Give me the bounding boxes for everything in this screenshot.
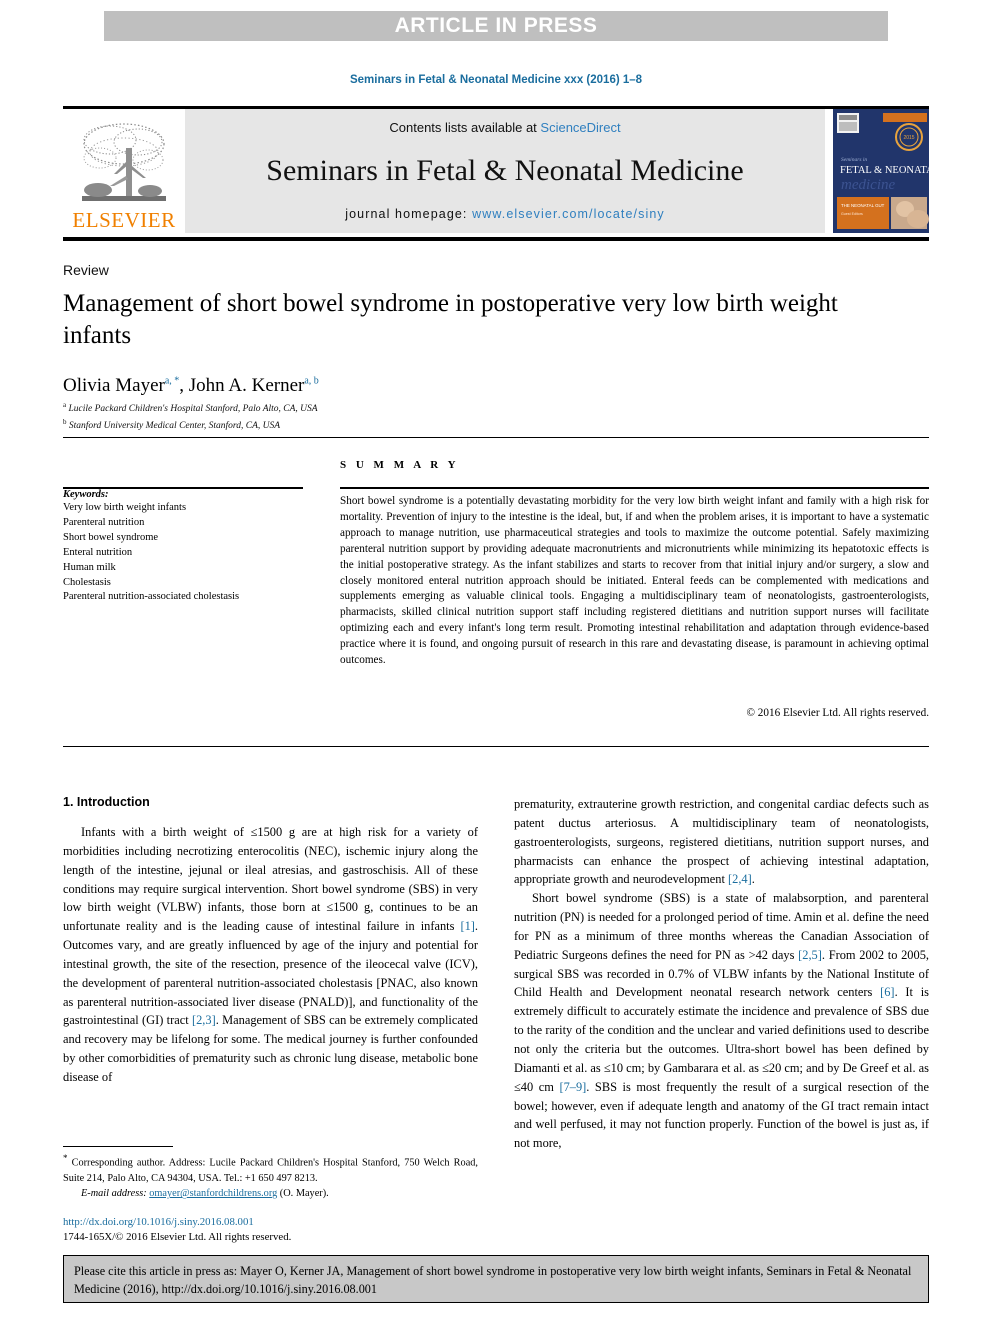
affiliation-list: a Lucile Packard Children's Hospital Sta… <box>63 400 663 434</box>
email-address-label: E-mail address: <box>81 1188 150 1200</box>
affiliation-a-text: Lucile Packard Children's Hospital Stanf… <box>68 404 318 415</box>
author-2-affiliation-marker[interactable]: a, b <box>304 376 318 387</box>
paragraph-intro-right-2: Short bowel syndrome (SBS) is a state of… <box>514 889 929 1153</box>
masthead-center: Contents lists available at ScienceDirec… <box>185 109 825 233</box>
summary-rule <box>340 487 929 489</box>
keywords-block: Keywords: Very low birth weight infants … <box>63 489 303 605</box>
author-1-affiliation-marker[interactable]: a, * <box>165 376 179 387</box>
section-heading-introduction: 1. Introduction <box>63 795 150 809</box>
citation-ref[interactable]: [2,3] <box>192 1013 216 1027</box>
journal-homepage-link[interactable]: www.elsevier.com/locate/siny <box>472 207 665 221</box>
author-name-1: Olivia Mayer <box>63 375 165 396</box>
author-name-2: John A. Kerner <box>188 375 305 396</box>
journal-masthead: ELSEVIER Contents lists available at Sci… <box>63 106 929 241</box>
summary-heading: S U M M A R Y <box>340 459 460 471</box>
citation-ref[interactable]: [2,5] <box>798 948 822 962</box>
citation-ref[interactable]: [2,4] <box>728 872 752 886</box>
affiliation-b: b Stanford University Medical Center, St… <box>63 417 663 434</box>
issn-copyright-line: 1744-165X/© 2016 Elsevier Ltd. All right… <box>63 1231 292 1244</box>
paragraph-text: . Outcomes vary, and are greatly influen… <box>63 919 478 1028</box>
svg-text:THE NEONATAL GUT: THE NEONATAL GUT <box>841 203 885 208</box>
journal-title: Seminars in Fetal & Neonatal Medicine <box>266 154 744 187</box>
keyword-item: Enteral nutrition <box>63 546 133 558</box>
elsevier-logo: ELSEVIER <box>63 109 185 233</box>
email-link[interactable]: omayer@stanfordchildrens.org <box>149 1188 277 1199</box>
journal-running-head: Seminars in Fetal & Neonatal Medicine xx… <box>349 74 643 86</box>
article-type-label: Review <box>63 262 109 278</box>
elsevier-tree-icon <box>76 118 172 208</box>
keyword-item: Very low birth weight infants <box>63 502 187 513</box>
elsevier-wordmark: ELSEVIER <box>72 208 176 232</box>
paragraph-intro-right-1: prematurity, extrauterine growth restric… <box>514 795 929 889</box>
corresponding-author-footnote: * Corresponding author. Address: Lucile … <box>63 1152 478 1202</box>
author-list: Olivia Mayera, *, John A. Kernera, b <box>63 375 853 397</box>
keywords-heading: Keywords: <box>63 489 109 500</box>
affiliation-a: a Lucile Packard Children's Hospital Sta… <box>63 400 663 417</box>
sciencedirect-link[interactable]: ScienceDirect <box>540 120 620 135</box>
body-column-right: prematurity, extrauterine growth restric… <box>514 795 929 1153</box>
affiliation-a-marker: a <box>63 401 67 409</box>
article-in-press-banner: ARTICLE IN PRESS <box>104 11 888 41</box>
keyword-item: Parenteral nutrition <box>63 516 145 528</box>
contents-lists-line: Contents lists available at ScienceDirec… <box>389 120 620 135</box>
keyword-item: Cholestasis <box>63 576 111 588</box>
citation-ref[interactable]: [6] <box>880 985 894 999</box>
footnote-divider <box>63 1146 173 1147</box>
paragraph-text: . It is extremely difficult to accuratel… <box>514 985 929 1094</box>
paragraph-text: Infants with a birth weight of ≤1500 g a… <box>63 825 478 934</box>
citation-ref[interactable]: [1] <box>460 919 474 933</box>
keyword-item: Parenteral nutrition-associated cholesta… <box>63 591 240 603</box>
keyword-item: Human milk <box>63 561 116 573</box>
svg-text:Guest Editors: Guest Editors <box>841 212 863 216</box>
svg-text:medicine: medicine <box>841 177 895 193</box>
svg-text:Seminars in: Seminars in <box>841 157 867 163</box>
journal-homepage-line: journal homepage: www.elsevier.com/locat… <box>345 207 665 221</box>
svg-text:FETAL & NEONATAL: FETAL & NEONATAL <box>840 165 929 176</box>
divider-below-abstract <box>63 746 929 747</box>
paragraph-text: . <box>751 872 755 887</box>
keyword-item: Short bowel syndrome <box>63 531 159 543</box>
contents-lists-prefix: Contents lists available at <box>389 120 541 135</box>
footnote-email-line: E-mail address: omayer@stanfordchildrens… <box>63 1186 478 1201</box>
doi-block: http://dx.doi.org/10.1016/j.siny.2016.08… <box>63 1215 493 1246</box>
article-in-press-label: ARTICLE IN PRESS <box>394 14 598 37</box>
author-separator: , <box>179 375 189 396</box>
doi-link[interactable]: http://dx.doi.org/10.1016/j.siny.2016.08… <box>63 1215 493 1230</box>
citation-ref[interactable]: [7–9] <box>559 1080 586 1094</box>
cite-this-article-text: Please cite this article in press as: Ma… <box>74 1264 912 1296</box>
abstract-text: Short bowel syndrome is a potentially de… <box>340 495 929 667</box>
paragraph-intro-left: Infants with a birth weight of ≤1500 g a… <box>63 823 478 1087</box>
journal-cover-thumbnail: 2015 Seminars in FETAL & NEONATAL medici… <box>833 109 929 233</box>
article-page: ARTICLE IN PRESS Seminars in Fetal & Neo… <box>0 0 992 1323</box>
affiliation-b-text: Stanford University Medical Center, Stan… <box>68 421 281 432</box>
cite-this-article-box: Please cite this article in press as: Ma… <box>63 1255 929 1303</box>
footnote-address-text: Corresponding author. Address: Lucile Pa… <box>63 1157 478 1184</box>
journal-homepage-prefix: journal homepage: <box>345 207 473 221</box>
body-column-left: 1. Introduction Infants with a birth wei… <box>63 795 478 1087</box>
divider-above-abstract <box>63 437 929 438</box>
copyright-line: © 2016 Elsevier Ltd. All rights reserved… <box>746 707 930 719</box>
svg-text:2015: 2015 <box>903 135 914 141</box>
affiliation-b-marker: b <box>63 417 67 426</box>
paragraph-text: prematurity, extrauterine growth restric… <box>514 797 929 887</box>
page-title: Management of short bowel syndrome in po… <box>63 290 838 349</box>
email-owner: (O. Mayer). <box>277 1188 329 1200</box>
